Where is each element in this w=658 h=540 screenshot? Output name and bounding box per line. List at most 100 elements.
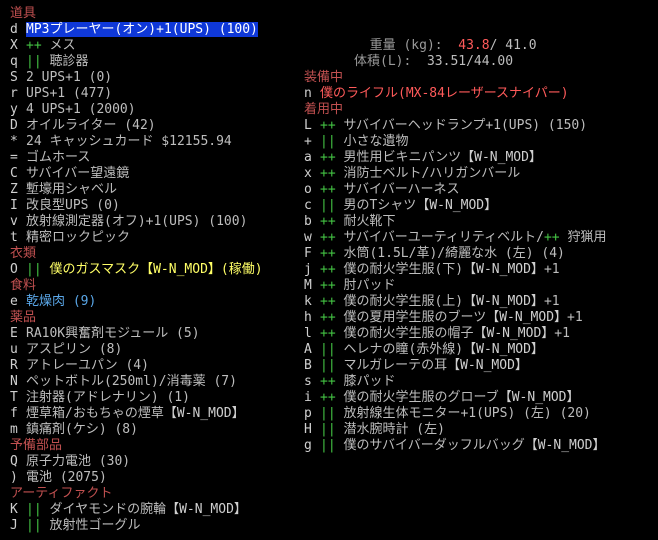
item-hotkey: t <box>10 230 18 245</box>
worn-list: 装備中 n 僕のライフル(MX-84レーザースナイパー) 着用中 L ++ サバイバーヘッ… <box>304 70 658 454</box>
item-worn-marker: ++ <box>320 390 336 405</box>
item-name: サバイバー望遠鏡 <box>26 166 130 181</box>
item-name: 膝パッド <box>343 374 396 389</box>
inventory-item[interactable]: O || 僕のガスマスク【W-N_MOD】(稼働) <box>10 262 310 278</box>
item-name: 僕のサバイバーダッフルバッグ <box>343 438 525 453</box>
inventory-item[interactable]: + || 小さな遺物 <box>304 134 658 150</box>
inventory-item[interactable]: v 放射線測定器(オフ)+1(UPS) (100) <box>10 214 310 230</box>
inventory-item[interactable]: K || ダイヤモンドの腕輪【W-N_MOD】 <box>10 502 310 518</box>
item-suffix: +1 <box>554 326 570 341</box>
inventory-item[interactable]: L ++ サバイバーヘッドランプ+1(UPS) (150) <box>304 118 658 134</box>
item-hotkey: H <box>304 422 312 437</box>
inventory-item[interactable]: R アトレーユパン (4) <box>10 358 310 374</box>
item-name: 潜水腕時計 (左) <box>343 422 445 437</box>
inventory-item[interactable]: a ++ 男性用ビキニパンツ【W-N_MOD】 <box>304 150 658 166</box>
inventory-item[interactable]: e 乾燥肉 (9) <box>10 294 310 310</box>
item-name: 僕のライフル(MX-84レーザースナイパー) <box>320 86 569 101</box>
item-name: 精密ロックピック <box>26 230 131 245</box>
item-name: ゴムホース <box>26 150 91 165</box>
item-name: 注射器(アドレナリン) (1) <box>26 390 190 405</box>
inventory-item[interactable]: Q 原子力電池 (30) <box>10 454 310 470</box>
inventory-item[interactable]: B || マルガレーテの耳【W-N_MOD】 <box>304 358 658 374</box>
inventory-item[interactable]: p || 放射線生体モニター+1(UPS) (左) (20) <box>304 406 658 422</box>
item-mod-tag: 【W-N_MOD】 <box>463 342 544 357</box>
inventory-item[interactable]: C サバイバー望遠鏡 <box>10 166 310 182</box>
item-name: RA10K興奮剤モジュール (5) <box>26 326 200 341</box>
inventory-item[interactable]: J || 放射性ゴーグル <box>10 518 310 534</box>
item-mod-tag: 【W-N_MOD】 <box>524 438 606 453</box>
item-hotkey: s <box>304 374 312 389</box>
category-header: 食料 <box>10 278 37 293</box>
inventory-item[interactable]: b ++ 耐火靴下 <box>304 214 658 230</box>
item-hotkey: L <box>304 118 312 133</box>
inventory-item[interactable]: ) 電池 (2075) <box>10 470 310 486</box>
item-worn-marker: ++ <box>320 262 336 277</box>
inventory-item[interactable]: l ++ 僕の耐火学生服の帽子【W-N_MOD】+1 <box>304 326 658 342</box>
inventory-item[interactable]: X ++ メス <box>10 38 310 54</box>
category-header: 着用中 <box>304 102 344 117</box>
inventory-item[interactable]: Z 塹壕用シャベル <box>10 182 310 198</box>
item-hotkey: S <box>10 70 18 85</box>
item-hotkey: f <box>10 406 18 421</box>
inventory-item[interactable]: c || 男のTシャツ【W-N_MOD】 <box>304 198 658 214</box>
inventory-item[interactable]: y 4 UPS+1 (2000) <box>10 102 310 118</box>
inventory-item[interactable]: = ゴムホース <box>10 150 310 166</box>
inventory-item[interactable]: q || 聴診器 <box>10 54 310 70</box>
inventory-item[interactable]: w ++ サバイバーユーティリティベルト/++ 狩猟用 <box>304 230 658 246</box>
inventory-item[interactable]: n 僕のライフル(MX-84レーザースナイパー) <box>304 86 658 102</box>
item-hotkey: = <box>10 150 18 165</box>
inventory-item[interactable]: j ++ 僕の耐火学生服(下)【W-N_MOD】+1 <box>304 262 658 278</box>
item-name: 2 UPS+1 (0) <box>26 70 113 85</box>
item-worn-marker: || <box>320 342 336 357</box>
inventory-item[interactable]: A || ヘレナの瞳(赤外線)【W-N_MOD】 <box>304 342 658 358</box>
item-hotkey: D <box>10 118 18 133</box>
inventory-item[interactable]: M ++ 肘パッド <box>304 278 658 294</box>
item-worn-marker: ++ <box>320 150 336 165</box>
category-header: 道具 <box>10 6 37 21</box>
item-name: 改良型UPS (0) <box>26 198 120 213</box>
inventory-item[interactable]: f 煙草箱/おもちゃの煙草【W-N_MOD】 <box>10 406 310 422</box>
item-hotkey: Q <box>10 454 18 469</box>
item-hotkey: * <box>10 134 18 149</box>
inventory-item[interactable]: d MP3プレーヤー(オン)+1(UPS) (100) <box>10 22 310 38</box>
inventory-item[interactable]: r UPS+1 (477) <box>10 86 310 102</box>
inventory-item[interactable]: I 改良型UPS (0) <box>10 198 310 214</box>
item-name: サバイバーユーティリティベルト/ <box>343 230 544 245</box>
inventory-item[interactable]: H || 潜水腕時計 (左) <box>304 422 658 438</box>
inventory-item[interactable]: t 精密ロックピック <box>10 230 310 246</box>
inventory-item[interactable]: u アスピリン (8) <box>10 342 310 358</box>
inventory-item[interactable]: * 24 キャッシュカード $12155.94 <box>10 134 310 150</box>
volume-label: 体積(L): <box>354 54 412 69</box>
inventory-item[interactable]: E RA10K興奮剤モジュール (5) <box>10 326 310 342</box>
item-name: 乾燥肉 <box>26 294 66 309</box>
inventory-item[interactable]: i ++ 僕の耐火学生服のグローブ【W-N_MOD】 <box>304 390 658 406</box>
inventory-item[interactable]: o ++ サバイバーハーネス <box>304 182 658 198</box>
category-header: 予備部品 <box>10 438 63 453</box>
inventory-item[interactable]: S 2 UPS+1 (0) <box>10 70 310 86</box>
inventory-item[interactable]: h ++ 僕の夏用学生服のブーツ【W-N_MOD】+1 <box>304 310 658 326</box>
item-name: 放射性ゴーグル <box>49 518 141 533</box>
item-hotkey: X <box>10 38 18 53</box>
item-mod-tag: 【W-N_MOD】 <box>447 358 528 373</box>
item-suffix: (9) <box>65 294 97 309</box>
inventory-item[interactable]: N ペットボトル(250ml)/消毒薬 (7) <box>10 374 310 390</box>
item-hotkey: v <box>10 214 18 229</box>
inventory-item[interactable]: T 注射器(アドレナリン) (1) <box>10 390 310 406</box>
inventory-item[interactable]: m 鎮痛剤(ケシ) (8) <box>10 422 310 438</box>
inventory-item[interactable]: D オイルライター (42) <box>10 118 310 134</box>
inventory-item[interactable]: F ++ 水筒(1.5L/革)/綺麗な水 (左) (4) <box>304 246 658 262</box>
item-name: ダイヤモンドの腕輪 <box>49 502 167 517</box>
inventory-item[interactable]: s ++ 膝パッド <box>304 374 658 390</box>
item-worn-marker: ++ <box>320 230 336 245</box>
inventory-item[interactable]: g || 僕のサバイバーダッフルバッグ【W-N_MOD】 <box>304 438 658 454</box>
item-worn-marker: ++ <box>320 310 336 325</box>
item-name: 電池 (2075) <box>26 470 107 485</box>
inventory-item[interactable]: k ++ 僕の耐火学生服(上)【W-N_MOD】+1 <box>304 294 658 310</box>
item-name: 小さな遺物 <box>343 134 409 149</box>
item-worn-marker: ++ <box>320 182 336 197</box>
item-name: アスピリン (8) <box>26 342 123 357</box>
item-name: 塹壕用シャベル <box>26 182 118 197</box>
item-worn-marker: ++ <box>320 214 336 229</box>
item-name: 原子力電池 (30) <box>26 454 131 469</box>
inventory-item[interactable]: x ++ 消防士ベルト/ハリガンバール <box>304 166 658 182</box>
